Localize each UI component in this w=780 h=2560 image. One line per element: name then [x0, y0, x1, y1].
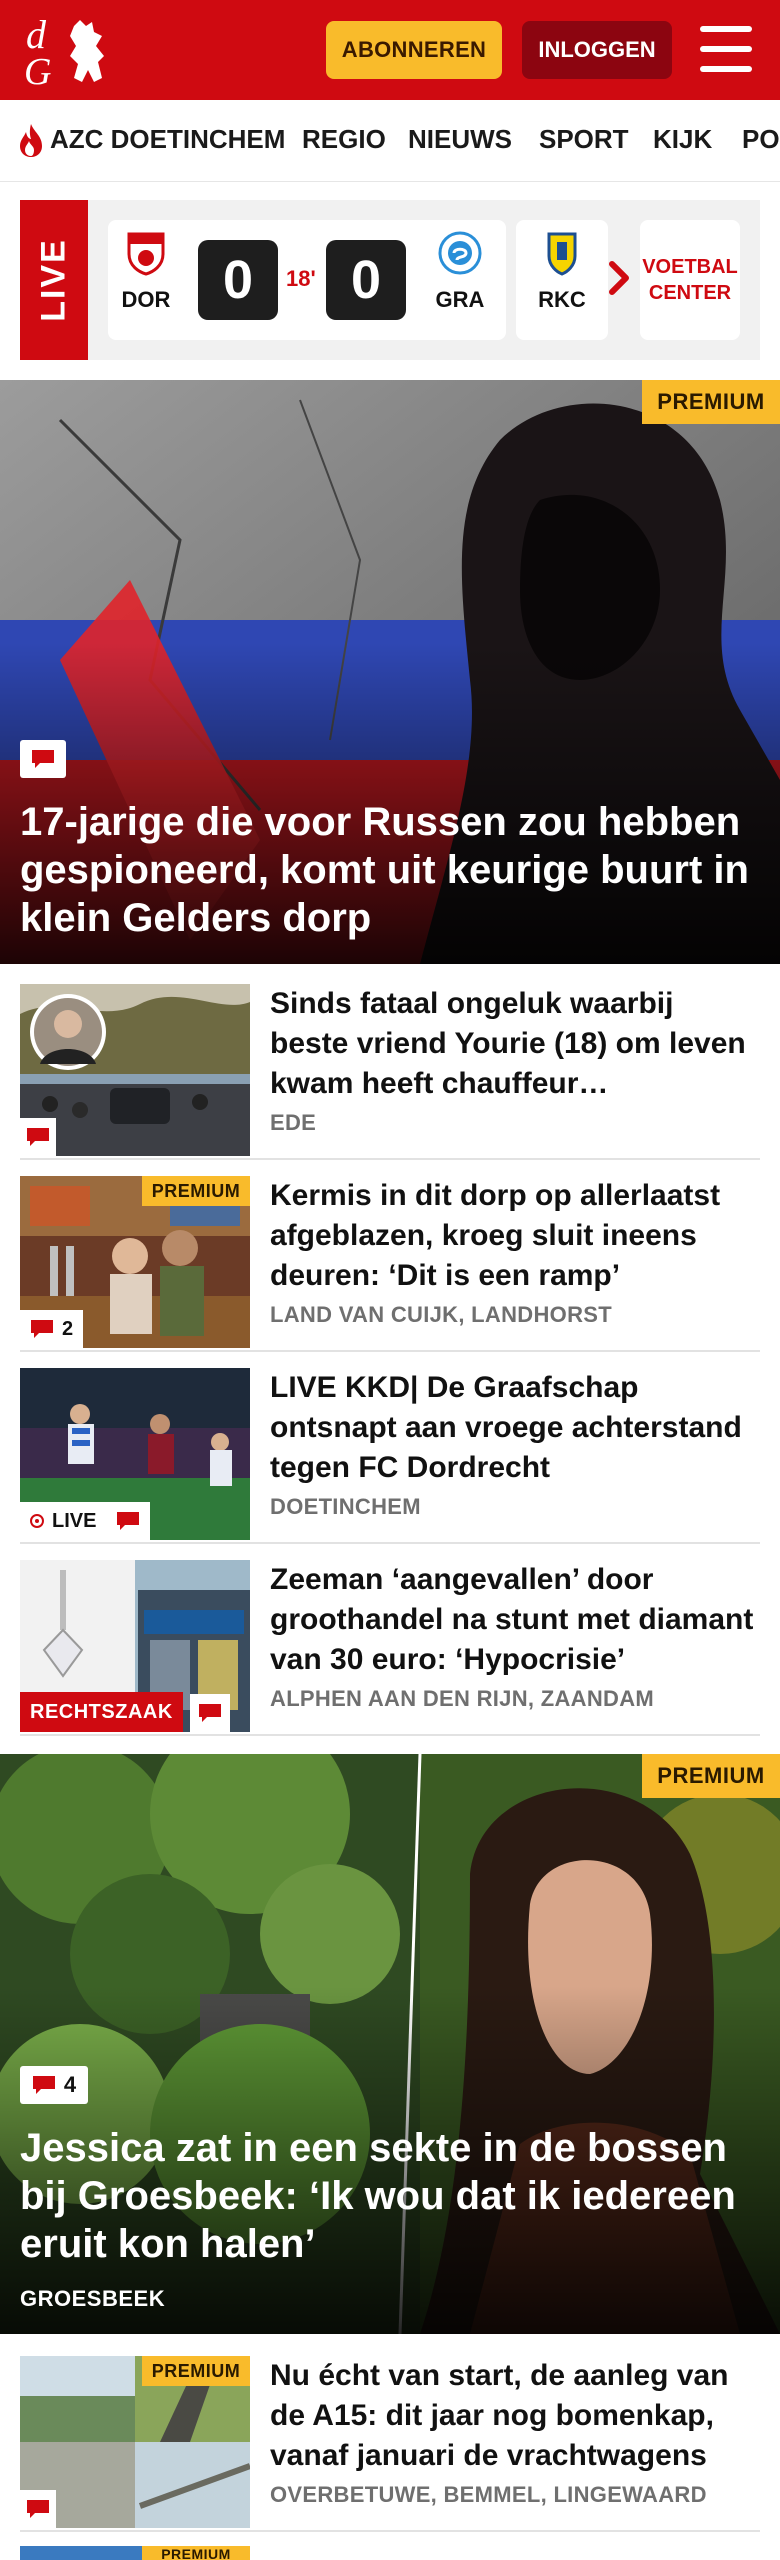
article-title[interactable]: Zeeman ‘aangevallen’ door groothandel na…	[270, 1560, 760, 1680]
svg-text:G: G	[24, 51, 51, 88]
comment-icon	[27, 2500, 49, 2518]
nav-item-partial[interactable]: PO	[742, 124, 780, 155]
dg-logo[interactable]: d G	[22, 12, 118, 88]
premium-badge: PREMIUM	[142, 2356, 250, 2386]
list-item[interactable]: PREMIUM Nu écht van start, de aanleg van…	[20, 2356, 760, 2532]
home-team: DOR	[116, 230, 176, 313]
rkc-crest-icon	[547, 232, 577, 276]
hero-title[interactable]: 17-jarige die voor Russen zou hebben ges…	[20, 798, 760, 942]
rechtszaak-tag: RECHTSZAAK	[20, 1692, 183, 1732]
article-title[interactable]: Nu écht van start, de aanleg van de A15:…	[270, 2356, 760, 2476]
premium-badge: PREMIUM	[642, 380, 780, 424]
live-label: LIVE	[52, 1509, 97, 1532]
hero-location: GROESBEEK	[20, 2286, 166, 2311]
article-location: EDE	[270, 1110, 317, 1135]
next-team: RKC	[532, 230, 592, 313]
article-thumbnail: PREMIUM	[20, 2356, 250, 2528]
comment-icon	[32, 2076, 55, 2094]
comment-count: 4	[63, 2072, 77, 2097]
article-title[interactable]: LIVE KKD| De Graafschap ontsnapt aan vro…	[270, 1368, 760, 1488]
comment-icon	[31, 1320, 53, 1338]
site-header: d G ABONNEREN INLOGGEN	[0, 0, 780, 100]
login-button[interactable]: INLOGGEN	[522, 21, 672, 79]
list-item[interactable]: PREMIUM 2 Kermis in dit dorp op allerlaa…	[20, 1176, 760, 1352]
hero-article-russian-spy[interactable]: PREMIUM 17-jarige die voor Russen zou he…	[0, 380, 780, 964]
comment-count: 2	[62, 1317, 74, 1340]
home-team-abbr: DOR	[121, 287, 171, 312]
nav-item-nieuws[interactable]: NIEUWS	[408, 124, 512, 155]
hero-article-sekte[interactable]: PREMIUM 4 Jessica zat in een sekte in de…	[0, 1754, 780, 2334]
away-score: 0	[326, 240, 406, 320]
article-location: LAND VAN CUIJK, LANDHORST	[270, 1302, 612, 1327]
comment-badge	[20, 1118, 56, 1156]
away-team: GRA	[430, 230, 490, 313]
match-minute: 18'	[286, 266, 316, 291]
next-team-abbr: RKC	[538, 287, 586, 312]
hamburger-menu-icon[interactable]	[700, 26, 752, 72]
graafschap-crest-icon	[438, 231, 482, 275]
flame-icon	[20, 124, 42, 157]
nav-item-sport[interactable]: SPORT	[539, 124, 629, 155]
comment-icon	[27, 1128, 49, 1146]
list-item[interactable]: PREMIUM	[20, 2546, 760, 2560]
away-team-abbr: GRA	[435, 287, 485, 312]
article-thumbnail	[20, 984, 250, 1156]
article-location: DOETINCHEM	[270, 1494, 421, 1519]
chevron-right-icon[interactable]	[604, 256, 634, 300]
list-item[interactable]: LIVE LIVE KKD| De Graafschap ontsnapt aa…	[20, 1368, 760, 1544]
article-title[interactable]: Kermis in dit dorp op allerlaatst afgebl…	[270, 1176, 760, 1296]
premium-badge: PREMIUM	[142, 1176, 250, 1206]
comment-icon	[117, 1512, 140, 1530]
live-scores-bar: LIVE DOR 0 18' 0 GRA RKC VOETBAL CENTER	[20, 200, 760, 360]
article-thumbnail: LIVE	[20, 1368, 250, 1540]
list-item[interactable]: Sinds fataal ongeluk waarbij beste vrien…	[20, 984, 760, 1160]
live-badge: LIVE	[20, 1502, 151, 1540]
subscribe-button[interactable]: ABONNEREN	[326, 21, 502, 79]
premium-badge: PREMIUM	[642, 1754, 780, 1798]
nav-item-kijk[interactable]: KIJK	[653, 124, 712, 155]
premium-badge: PREMIUM	[142, 2546, 250, 2560]
next-match-card[interactable]: RKC	[516, 220, 608, 340]
comment-icon	[32, 750, 54, 768]
hero-title[interactable]: Jessica zat in een sekte in de bossen bi…	[20, 2124, 760, 2268]
article-location: OVERBETUWE, BEMMEL, LINGEWAARD	[270, 2482, 707, 2507]
article-title[interactable]: Sinds fataal ongeluk waarbij beste vrien…	[270, 984, 760, 1104]
voetbal-center-link[interactable]: VOETBAL CENTER	[640, 220, 740, 340]
dordrecht-crest-icon	[127, 232, 165, 276]
article-thumbnail: PREMIUM 2	[20, 1176, 250, 1348]
live-dot-icon	[30, 1514, 44, 1528]
live-label: LIVE	[20, 200, 88, 360]
list-item[interactable]: RECHTSZAAK Zeeman ‘aangevallen’ door gro…	[20, 1560, 760, 1736]
comment-badge[interactable]: 4	[20, 2066, 88, 2104]
comment-badge[interactable]	[20, 740, 66, 778]
nav-item-regio[interactable]: REGIO	[302, 124, 386, 155]
comment-badge: 2	[20, 1310, 84, 1348]
comment-icon	[199, 1704, 221, 1722]
comment-badge	[20, 2490, 56, 2528]
comment-badge	[190, 1694, 230, 1732]
home-score: 0	[198, 240, 278, 320]
main-nav: AZC DOETINCHEM REGIO NIEUWS SPORT KIJK P…	[0, 100, 780, 182]
article-thumbnail: RECHTSZAAK	[20, 1560, 250, 1732]
article-location: ALPHEN AAN DEN RIJN, ZAANDAM	[270, 1686, 655, 1711]
live-match-card[interactable]: DOR 0 18' 0 GRA	[108, 220, 506, 340]
nav-item-azc-doetinchem[interactable]: AZC DOETINCHEM	[50, 124, 285, 155]
